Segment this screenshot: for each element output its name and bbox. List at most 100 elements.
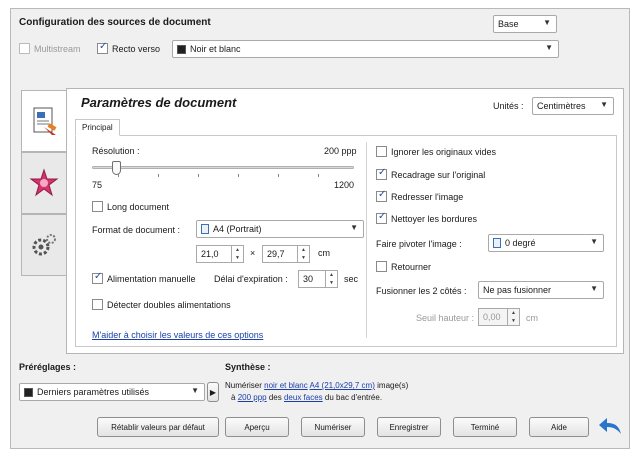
recto-verso-checkbox[interactable]: Recto verso [97,41,161,54]
crop-check[interactable] [376,167,387,180]
slider-tick [238,174,239,177]
summary-text: Numériser [225,381,262,390]
chevron-down-icon: ▼ [590,237,598,246]
resolution-min: 75 [92,180,103,190]
color-mode-value: Noir et blanc [190,44,241,54]
summary-size-link[interactable]: A4 (21,0x29,7 cm) [310,381,375,390]
long-document-check[interactable] [92,201,103,212]
crop-label: Recadrage sur l'original [391,169,486,180]
summary-color-link[interactable]: noir et blanc [264,381,308,390]
resolution-slider-track[interactable] [92,166,354,169]
clean-borders-label: Nettoyer les bordures [391,213,478,224]
page-icon [201,224,209,234]
resolution-label: Résolution : [92,146,140,156]
times-sign: × [250,248,256,258]
summary-sides-link[interactable]: deux faces [284,393,323,402]
height-spinner[interactable]: 29,7 ▲ ▼ [262,245,310,263]
width-value: 21,0 [201,249,219,259]
column-divider [366,142,367,338]
height-value: 29,7 [267,249,285,259]
reset-defaults-button[interactable]: Rétablir valeurs par défaut [97,417,219,437]
help-choose-link[interactable]: M'aider à choisir les valeurs de ces opt… [92,330,263,340]
panel-title: Paramètres de document [81,95,237,110]
units-label: Unités : [493,101,524,111]
merge-combo[interactable]: Ne pas fusionner ▼ [478,281,604,299]
rotate-label: Faire pivoter l'image : [376,239,462,249]
presets-combo[interactable]: Derniers paramètres utilisés ▼ [19,383,205,401]
format-combo[interactable]: A4 (Portrait) ▼ [196,220,364,238]
rotate-page-icon [493,238,501,248]
rotate-value: 0 degré [505,238,536,248]
recto-verso-check[interactable] [97,41,108,54]
straighten-checkbox[interactable]: Redresser l'image [376,189,464,202]
done-button[interactable]: Terminé [453,417,517,437]
triangle-right-icon: ▶ [209,387,217,397]
multistream-check[interactable] [19,43,30,54]
image-tab[interactable] [21,152,67,214]
double-feed-check[interactable] [92,299,103,310]
tab-principal-label: Principal [82,123,113,132]
recto-verso-label: Recto verso [112,43,161,54]
timeout-unit: sec [344,274,359,284]
summary-text: image(s) [377,381,409,390]
spinner-arrows-icon[interactable]: ▲ ▼ [325,271,337,287]
threshold-spinner[interactable]: 0,00 ▲ ▼ [478,308,520,326]
format-value: A4 (Portrait) [213,224,262,234]
help-button[interactable]: Aide [529,417,589,437]
ignore-blank-checkbox[interactable]: Ignorer les originaux vides [376,146,496,157]
scanner-settings-window: Configuration des sources de document Ba… [10,8,630,449]
preview-button[interactable]: Aperçu [225,417,289,437]
double-feed-checkbox[interactable]: Détecter doubles alimentations [92,299,231,310]
profile-combo-value: Base [498,19,519,29]
summary-label: Synthèse : [225,362,271,372]
slider-tick [158,174,159,177]
clean-borders-checkbox[interactable]: Nettoyer les bordures [376,211,478,224]
tab-principal[interactable]: Principal [75,119,120,136]
multistream-checkbox[interactable]: Multistream [19,43,81,54]
chevron-down-icon: ▼ [545,43,553,52]
presets-menu-button[interactable]: ▶ [207,382,219,402]
flip-check[interactable] [376,261,387,272]
chevron-down-icon: ▼ [350,223,358,232]
straighten-check[interactable] [376,189,387,202]
back-arrow-icon[interactable] [597,415,623,439]
spinner-arrows-icon[interactable]: ▲ ▼ [507,309,519,325]
timeout-label: Délai d'expiration : [214,274,288,284]
timeout-spinner[interactable]: 30 ▲ ▼ [298,270,338,288]
double-feed-label: Détecter doubles alimentations [107,299,231,310]
units-value: Centimètres [537,101,586,111]
slider-tick [198,174,199,177]
document-tab[interactable] [21,90,67,152]
save-button[interactable]: Enregistrer [377,417,441,437]
manual-feed-check[interactable] [92,271,103,284]
width-spinner[interactable]: 21,0 ▲ ▼ [196,245,244,263]
summary-resolution-link[interactable]: 200 ppp [238,393,267,402]
crop-checkbox[interactable]: Recadrage sur l'original [376,167,486,180]
size-unit: cm [318,248,330,258]
ignore-blank-label: Ignorer les originaux vides [391,146,497,157]
format-label: Format de document : [92,225,181,235]
timeout-value: 30 [303,274,314,284]
manual-feed-checkbox[interactable]: Alimentation manuelle [92,271,196,284]
scan-button[interactable]: Numériser [301,417,365,437]
image-settings-icon [29,168,59,197]
clean-borders-check[interactable] [376,211,387,224]
long-document-checkbox[interactable]: Long document [92,201,169,212]
units-combo[interactable]: Centimètres ▼ [532,97,614,115]
rotate-combo[interactable]: 0 degré ▼ [488,234,604,252]
resolution-slider-thumb[interactable] [111,161,121,175]
slider-tick [318,174,319,177]
chevron-down-icon: ▼ [543,18,551,27]
document-settings-panel: Paramètres de document Unités : Centimèt… [66,88,624,354]
flip-checkbox[interactable]: Retourner [376,261,431,272]
chevron-down-icon: ▼ [600,100,608,109]
spinner-arrows-icon[interactable]: ▲ ▼ [231,246,243,262]
straighten-label: Redresser l'image [391,191,464,202]
profile-combo[interactable]: Base ▼ [493,15,557,33]
ignore-blank-check[interactable] [376,146,387,157]
device-tab[interactable] [21,214,67,276]
spinner-arrows-icon[interactable]: ▲ ▼ [297,246,309,262]
chevron-down-icon: ▼ [590,284,598,293]
color-mode-combo[interactable]: Noir et blanc ▼ [172,40,559,58]
window-title: Configuration des sources de document [19,17,211,28]
